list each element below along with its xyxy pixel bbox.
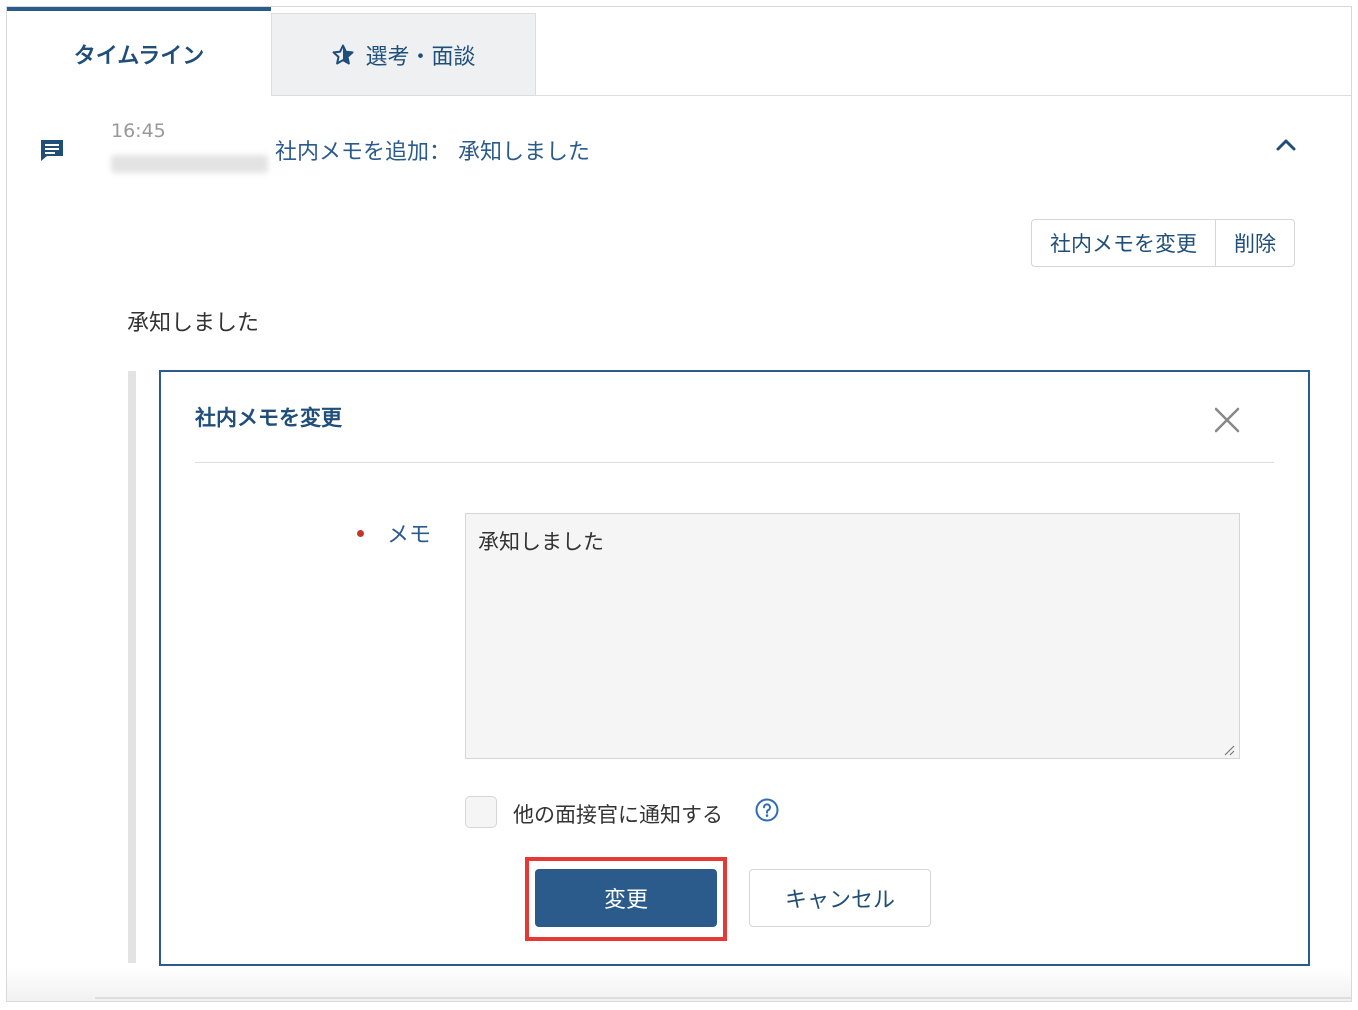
help-icon[interactable] (755, 798, 779, 822)
edit-memo-button[interactable]: 社内メモを変更 (1032, 220, 1215, 266)
entry-title: 社内メモを追加： 承知しました (275, 140, 590, 165)
star-icon (332, 44, 354, 64)
quote-bar (128, 371, 136, 963)
tab-timeline[interactable]: タイムライン (7, 7, 271, 96)
memo-field-label: メモ (387, 523, 432, 548)
entry-author-redacted (111, 155, 268, 173)
tab-bar: タイムライン 選考・面談 (7, 7, 1351, 96)
tab-divider (271, 95, 1351, 96)
tab-selection-interview[interactable]: 選考・面談 (271, 13, 536, 95)
close-icon[interactable] (1213, 406, 1241, 434)
tab-selection-label: 選考・面談 (365, 44, 476, 70)
bottom-shade (7, 967, 1351, 1001)
required-indicator (357, 530, 364, 537)
memo-content: 承知しました (127, 311, 260, 336)
edit-memo-panel: 社内メモを変更 メモ 承知しました 他の面接官に通知する 変更 キャンセル (159, 370, 1310, 966)
entry-timestamp: 16:45 (111, 120, 166, 142)
panel-divider (195, 462, 1274, 463)
submit-button[interactable]: 変更 (535, 869, 717, 927)
entry-action-group: 社内メモを変更 削除 (1031, 219, 1295, 267)
timeline-container: タイムライン 選考・面談 16:45 社内メモを追加： 承知しました 社内メモを… (6, 6, 1352, 1002)
cancel-button[interactable]: キャンセル (749, 869, 931, 927)
notify-checkbox[interactable] (465, 796, 497, 828)
bottom-divider (95, 997, 1351, 999)
notify-label: 他の面接官に通知する (513, 803, 723, 827)
tab-timeline-label: タイムライン (73, 43, 205, 69)
panel-title: 社内メモを変更 (195, 406, 342, 430)
resize-handle-icon[interactable] (1223, 744, 1235, 756)
chevron-up-icon[interactable] (1275, 135, 1297, 153)
memo-textarea[interactable]: 承知しました (465, 513, 1240, 759)
delete-button[interactable]: 削除 (1215, 220, 1294, 266)
comment-icon (41, 140, 63, 161)
